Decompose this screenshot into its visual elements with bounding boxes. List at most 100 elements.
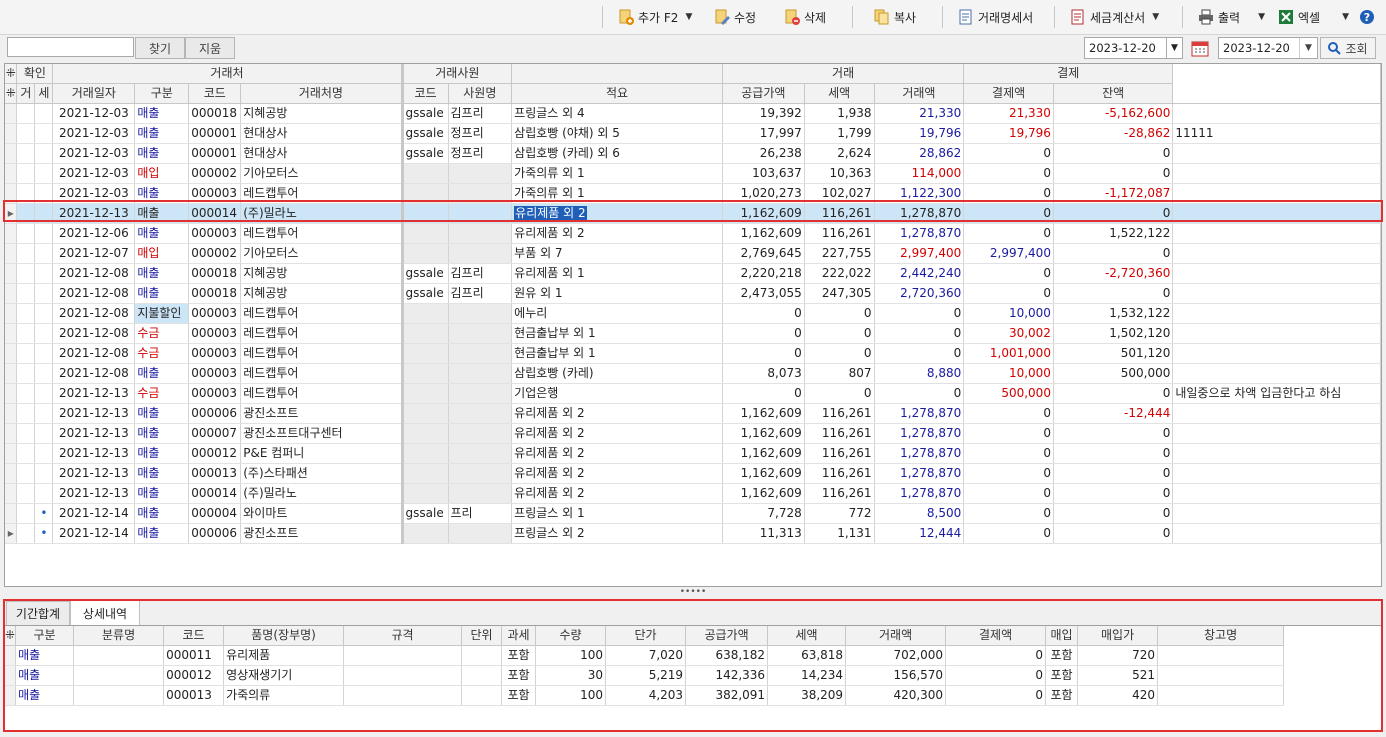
col-header-partner-name[interactable]: 거래처명: [240, 83, 404, 104]
row-indicator[interactable]: [5, 303, 18, 324]
cell-supply[interactable]: 19,392: [722, 103, 805, 124]
cell-tax[interactable]: 222,022: [804, 263, 875, 284]
cell-confirm-1[interactable]: [16, 463, 36, 484]
cell-tax[interactable]: 1,938: [804, 103, 875, 124]
cell-kind[interactable]: 매출: [134, 143, 190, 164]
cell-memo[interactable]: 원유 외 1: [511, 283, 723, 304]
cell-code[interactable]: 000003: [188, 383, 242, 404]
cell-confirm-1[interactable]: [16, 403, 36, 424]
cell-staff-code[interactable]: [402, 383, 449, 404]
row-indicator[interactable]: [5, 343, 18, 364]
table-row[interactable]: 2021-12-08 수금 000003 레드캡투어 현금출납부 외 1 0 0 0 1,001…: [5, 343, 1381, 364]
cell-balance[interactable]: 500,000: [1053, 363, 1174, 384]
cell-amount[interactable]: 1,278,870: [874, 443, 965, 464]
row-indicator[interactable]: [5, 483, 18, 504]
dcell-unit[interactable]: [461, 645, 503, 666]
cell-paid[interactable]: 21,330: [963, 103, 1054, 124]
cell-staff-code[interactable]: [402, 323, 449, 344]
cell-staff-code[interactable]: gssale: [402, 263, 449, 284]
cell-paid[interactable]: 0: [963, 183, 1054, 204]
dcell-item[interactable]: 영상재생기기: [223, 665, 345, 686]
row-indicator[interactable]: ▸: [5, 203, 18, 224]
cell-staff-name[interactable]: 정프리: [448, 123, 513, 144]
cell-amount[interactable]: 8,880: [874, 363, 965, 384]
cell-paid[interactable]: 0: [963, 203, 1054, 224]
cell-kind[interactable]: 매출: [134, 403, 190, 424]
cell-tax[interactable]: 247,305: [804, 283, 875, 304]
row-indicator[interactable]: [5, 403, 18, 424]
cell-confirm-2[interactable]: [34, 223, 54, 244]
cell-note[interactable]: 내일중으로 차액 입금한다고 하심: [1172, 383, 1381, 404]
cell-balance[interactable]: 0: [1053, 163, 1174, 184]
cell-supply[interactable]: 0: [722, 303, 805, 324]
dcol-header-code[interactable]: 코드: [163, 626, 225, 646]
cell-balance[interactable]: 1,532,122: [1053, 303, 1174, 324]
cell-note[interactable]: [1172, 303, 1381, 324]
cell-staff-code[interactable]: [402, 343, 449, 364]
cell-balance[interactable]: 0: [1053, 483, 1174, 504]
cell-memo[interactable]: 프링글스 외 2: [511, 523, 723, 544]
cell-date[interactable]: 2021-12-08: [52, 343, 136, 364]
cell-date[interactable]: 2021-12-13: [52, 403, 136, 424]
cell-paid[interactable]: 19,796: [963, 123, 1054, 144]
cell-kind[interactable]: 매출: [134, 363, 190, 384]
cell-tax[interactable]: 116,261: [804, 403, 875, 424]
dcol-header-item[interactable]: 품명(장부명): [223, 626, 345, 646]
cell-partner-name[interactable]: (주)스타패션: [240, 463, 404, 484]
col-header-paid[interactable]: 결제액: [963, 83, 1054, 104]
col-header-kind[interactable]: 구분: [134, 83, 190, 104]
cell-paid[interactable]: 500,000: [963, 383, 1054, 404]
cell-tax[interactable]: 1,799: [804, 123, 875, 144]
cell-date[interactable]: 2021-12-07: [52, 243, 136, 264]
row-indicator[interactable]: [5, 283, 18, 304]
cell-staff-code[interactable]: [402, 163, 449, 184]
dcell-spec[interactable]: [343, 685, 463, 706]
table-row[interactable]: 2021-12-13 수금 000003 레드캡투어 기업은행 0 0 0 500,000 0 내일…: [5, 383, 1381, 404]
row-indicator[interactable]: [5, 383, 18, 404]
cell-staff-name[interactable]: [448, 383, 513, 404]
cell-balance[interactable]: 0: [1053, 143, 1174, 164]
cell-kind[interactable]: 수금: [134, 383, 190, 404]
cell-kind[interactable]: 매출: [134, 183, 190, 204]
cell-balance[interactable]: -28,862: [1053, 123, 1174, 144]
cell-confirm-2[interactable]: [34, 403, 54, 424]
cell-partner-name[interactable]: 레드캡투어: [240, 303, 404, 324]
cell-tax[interactable]: 116,261: [804, 483, 875, 504]
dcell-price[interactable]: 7,020: [605, 645, 687, 666]
cell-supply[interactable]: 0: [722, 323, 805, 344]
row-indicator[interactable]: [5, 243, 18, 264]
table-row[interactable]: 2021-12-03 매출 000003 레드캡투어 가죽의류 외 1 1,020,273…: [5, 183, 1381, 204]
cell-kind[interactable]: 매출: [134, 203, 190, 224]
dcell-code[interactable]: 000013: [163, 685, 225, 706]
cell-tax[interactable]: 116,261: [804, 463, 875, 484]
cell-supply[interactable]: 1,162,609: [722, 203, 805, 224]
cell-amount[interactable]: 12,444: [874, 523, 965, 544]
table-row[interactable]: 2021-12-08 매출 000018 지혜공방 gssale 김프리 유리제품 외 1 2…: [5, 263, 1381, 284]
cell-code[interactable]: 000012: [188, 443, 242, 464]
cell-memo[interactable]: 삼립호빵 (카레): [511, 363, 723, 384]
cell-code[interactable]: 000004: [188, 503, 242, 524]
cell-date[interactable]: 2021-12-03: [52, 163, 136, 184]
cell-staff-name[interactable]: [448, 223, 513, 244]
cell-tax[interactable]: 2,624: [804, 143, 875, 164]
cell-partner-name[interactable]: 광진소프트: [240, 403, 404, 424]
cell-staff-name[interactable]: [448, 363, 513, 384]
cell-supply[interactable]: 17,997: [722, 123, 805, 144]
cell-staff-name[interactable]: 김프리: [448, 103, 513, 124]
cell-staff-name[interactable]: [448, 243, 513, 264]
cell-memo[interactable]: 유리제품 외 1: [511, 263, 723, 284]
cell-staff-code[interactable]: [402, 183, 449, 204]
cell-date[interactable]: 2021-12-13: [52, 463, 136, 484]
cell-code[interactable]: 000018: [188, 103, 242, 124]
row-indicator[interactable]: [5, 103, 18, 124]
dcell-supply[interactable]: 142,336: [685, 665, 769, 686]
cell-date[interactable]: 2021-12-06: [52, 223, 136, 244]
cell-confirm-1[interactable]: [16, 303, 36, 324]
cell-code[interactable]: 000014: [188, 203, 242, 224]
dcol-header-spec[interactable]: 규격: [343, 626, 463, 646]
dcell-item[interactable]: 가죽의류: [223, 685, 345, 706]
cell-staff-name[interactable]: [448, 483, 513, 504]
cell-code[interactable]: 000002: [188, 163, 242, 184]
cell-paid[interactable]: 2,997,400: [963, 243, 1054, 264]
cell-memo[interactable]: 삼립호빵 (카레) 외 6: [511, 143, 723, 164]
